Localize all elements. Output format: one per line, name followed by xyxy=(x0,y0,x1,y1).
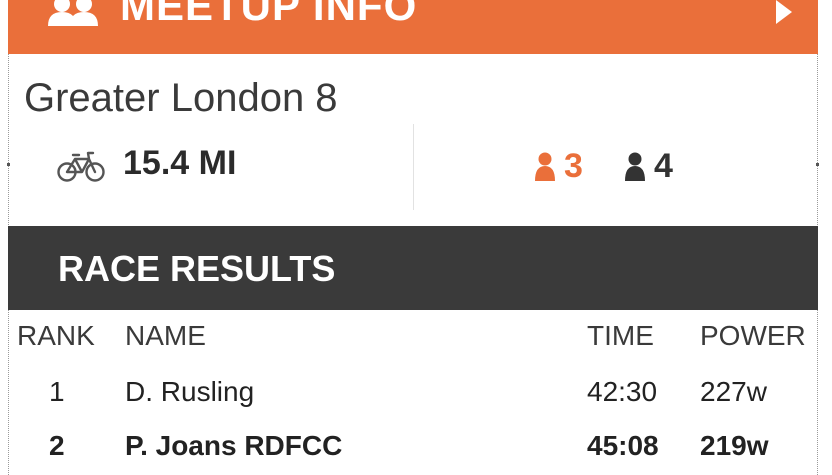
distance-value: 15.4 MI xyxy=(123,144,237,182)
play-arrow-icon[interactable] xyxy=(774,0,794,24)
selection-handle-right[interactable] xyxy=(816,163,819,166)
meetup-info-header[interactable]: MEETUP INFO xyxy=(8,0,818,54)
rider-icon xyxy=(625,152,645,181)
race-results-title: RACE RESULTS xyxy=(58,248,336,289)
rider-count: 3 xyxy=(564,146,583,185)
power-cell: 227w xyxy=(700,376,767,407)
table-row[interactable]: 1 D. Rusling 42:30 227w xyxy=(0,368,832,418)
table-row[interactable]: 2 P. Joans RDFCC 45:08 219w xyxy=(0,422,832,472)
rank-cell: 2 xyxy=(49,430,65,461)
selection-handle-left[interactable] xyxy=(7,163,10,166)
column-header-name: NAME xyxy=(125,320,206,351)
people-icon xyxy=(48,0,98,26)
rank-cell: 1 xyxy=(49,376,65,407)
name-cell: D. Rusling xyxy=(125,376,255,407)
power-cell: 219w xyxy=(700,430,769,461)
time-cell: 45:08 xyxy=(587,430,659,461)
meetup-name: Greater London 8 xyxy=(24,76,338,120)
name-cell: P. Joans RDFCC xyxy=(125,430,343,461)
race-results-header: RACE RESULTS xyxy=(8,226,818,310)
column-header-rank: RANK xyxy=(17,320,95,351)
rider-icon xyxy=(535,152,555,181)
bicycle-icon xyxy=(57,151,105,182)
rider-count: 4 xyxy=(654,146,673,185)
column-header-power: POWER xyxy=(700,320,806,351)
info-divider xyxy=(413,124,414,210)
rider-count-orange: 3 xyxy=(534,146,583,186)
header-title: MEETUP INFO xyxy=(120,0,418,29)
column-header-time: TIME xyxy=(587,320,654,351)
time-cell: 42:30 xyxy=(587,376,658,407)
rider-count-dark: 4 xyxy=(624,146,673,186)
